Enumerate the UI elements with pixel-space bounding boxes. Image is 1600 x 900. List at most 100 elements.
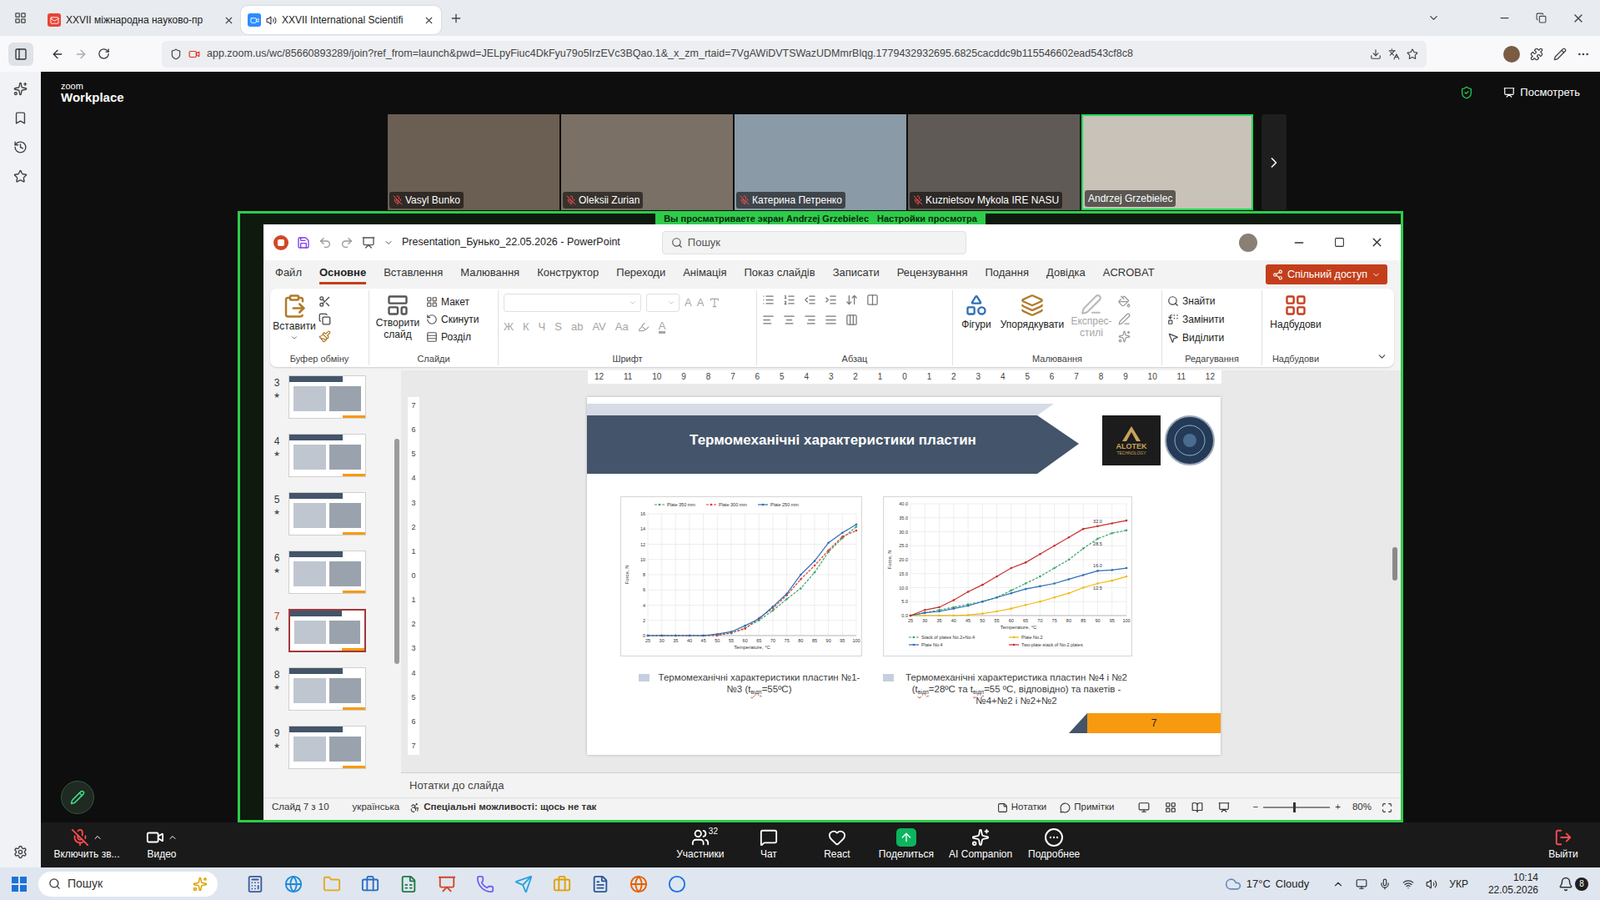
chat-button[interactable]: Чат <box>742 827 796 862</box>
addins-button[interactable]: Надбудови <box>1267 293 1325 332</box>
audio-icon[interactable] <box>265 15 277 26</box>
font-style-button[interactable]: AV <box>591 318 606 336</box>
slide[interactable]: Термомеханічні характеристики пластинALO… <box>586 396 1221 755</box>
react-button[interactable]: React <box>810 827 864 862</box>
slideshow-view-icon[interactable] <box>1218 801 1230 813</box>
ribbon-tab[interactable]: Переходи <box>616 264 666 286</box>
edge-icon[interactable] <box>284 874 303 893</box>
accessibility-status[interactable]: Спеціальні можливості: щось не так <box>409 799 597 814</box>
slide-thumbnail[interactable]: 3★ <box>270 375 393 419</box>
align-icon[interactable] <box>782 313 796 327</box>
ai-chat-icon[interactable] <box>13 81 28 96</box>
minimize-icon[interactable] <box>1498 11 1511 25</box>
editor-scrollbar[interactable] <box>1388 385 1401 773</box>
thumbnail-scrollbar[interactable] <box>392 370 402 798</box>
mic-button[interactable]: Включить зв... <box>49 827 125 862</box>
install-icon[interactable] <box>1369 48 1382 61</box>
paragraph-tool-icon[interactable] <box>866 293 879 306</box>
view-button[interactable]: Посмотреть <box>1503 84 1580 101</box>
extensions-icon[interactable] <box>1529 47 1544 61</box>
share-button[interactable]: Поделиться <box>878 827 934 862</box>
settings-icon[interactable] <box>13 844 28 859</box>
format-painter-icon[interactable] <box>318 330 332 343</box>
quick-styles-button[interactable]: Експрес-стилі <box>1069 293 1114 339</box>
weather-widget[interactable]: 17°CCloudy <box>1224 875 1310 893</box>
sorter-view-icon[interactable] <box>1164 801 1177 813</box>
taskbar-search[interactable]: Пошук <box>38 871 218 897</box>
comments-button[interactable]: Примітки <box>1059 799 1114 814</box>
profile-avatar[interactable] <box>1503 45 1520 63</box>
participant-tile[interactable]: Oleksii Zurian <box>561 114 733 211</box>
display-icon[interactable] <box>1355 877 1368 890</box>
reset-button[interactable]: Скинути <box>426 311 479 327</box>
participants-button[interactable]: 32Участники <box>673 827 728 862</box>
ai-button[interactable]: AI Companion <box>948 827 1013 862</box>
mic-tray-icon[interactable] <box>1379 877 1391 890</box>
fit-icon[interactable] <box>1381 802 1393 813</box>
font-style-button[interactable]: ab <box>571 318 583 336</box>
fill-icon[interactable] <box>1118 295 1131 308</box>
input-language[interactable]: УКР <box>1449 876 1469 892</box>
new-slide-button[interactable]: Створити слайд <box>374 293 422 341</box>
slide-thumbnail[interactable]: 8★ <box>270 667 393 711</box>
viber-icon[interactable] <box>476 874 495 893</box>
font-size-button[interactable]: A <box>697 294 705 311</box>
redo-icon[interactable] <box>340 235 354 250</box>
slide-thumbnail[interactable]: 7★ <box>270 608 393 653</box>
network-icon[interactable] <box>1402 877 1415 890</box>
telegram-icon[interactable] <box>514 874 533 893</box>
view-settings-link[interactable]: Настройки просмотра <box>877 213 978 225</box>
collapse-ribbon-icon[interactable] <box>1376 351 1388 362</box>
clear-format-icon[interactable] <box>708 296 721 309</box>
font-style-button[interactable]: Aa <box>615 318 629 336</box>
language[interactable]: українська <box>352 799 401 814</box>
notes-area[interactable]: Нотатки до слайда <box>401 772 1401 798</box>
section-button[interactable]: Розділ <box>426 329 479 345</box>
slide-thumbnail[interactable]: 9★ <box>270 725 393 769</box>
ribbon-tab[interactable]: Рецензування <box>897 264 969 286</box>
ribbon-tab[interactable]: Основне <box>319 264 367 286</box>
powerpoint-icon[interactable] <box>437 874 457 893</box>
outline-icon[interactable] <box>1118 312 1131 326</box>
participant-tile[interactable]: Катерина Петренко <box>734 114 907 211</box>
reload-icon[interactable] <box>97 47 111 61</box>
notes-button[interactable]: Нотатки <box>997 799 1047 814</box>
close-tab-icon[interactable] <box>223 15 235 26</box>
store-icon[interactable] <box>361 874 380 893</box>
participant-tile[interactable]: Vasyl Bunko <box>387 114 560 211</box>
slideshow-icon[interactable] <box>361 235 376 250</box>
slide-thumbnail[interactable]: 6★ <box>270 550 393 594</box>
paragraph-tool-icon[interactable] <box>762 293 775 306</box>
participant-tile[interactable]: Andrzej Grzebielec <box>1081 114 1254 211</box>
font-color-button[interactable]: A <box>658 320 667 334</box>
volume-icon[interactable] <box>1425 877 1438 890</box>
ribbon-tab[interactable]: Файл <box>275 264 302 286</box>
effects-icon[interactable] <box>1118 330 1131 343</box>
copy-icon[interactable] <box>318 312 332 326</box>
align-icon[interactable] <box>762 313 775 327</box>
save-icon[interactable] <box>296 235 311 250</box>
browser-tab[interactable]: XXVII міжнародна науково-пр <box>40 5 241 35</box>
ribbon-tab[interactable]: Вставлення <box>383 264 443 286</box>
video-options-icon[interactable] <box>167 832 178 843</box>
paste-button[interactable]: Вставити <box>275 293 314 342</box>
browser-tab[interactable]: XXVII International Scientifi <box>240 5 442 35</box>
calculator-icon[interactable] <box>245 874 265 893</box>
reading-view-icon[interactable] <box>1191 801 1204 813</box>
undo-icon[interactable] <box>318 235 332 250</box>
layout-button[interactable]: Макет <box>426 294 479 310</box>
ribbon-tab[interactable]: ACROBAT <box>1103 264 1155 286</box>
video-button[interactable]: Видео <box>124 827 200 862</box>
slide-thumbnail[interactable]: 4★ <box>270 433 393 477</box>
slide-thumbnail[interactable]: 5★ <box>270 491 393 536</box>
clock[interactable]: 10:1422.05.2026 <box>1488 871 1539 897</box>
more-button[interactable]: Подробнее <box>1027 827 1081 862</box>
ribbon-tab[interactable]: Записати <box>832 264 880 286</box>
participant-tile[interactable]: Kuznietsov Mykola IRE NASU <box>907 114 1080 211</box>
align-icon[interactable] <box>824 313 838 327</box>
history-icon[interactable] <box>13 140 28 155</box>
font-size-button[interactable]: A <box>684 294 693 311</box>
arrange-button[interactable]: Упорядкувати <box>999 293 1065 332</box>
font-name-field[interactable] <box>503 293 642 312</box>
replace-button[interactable]: Замінити <box>1167 311 1224 327</box>
